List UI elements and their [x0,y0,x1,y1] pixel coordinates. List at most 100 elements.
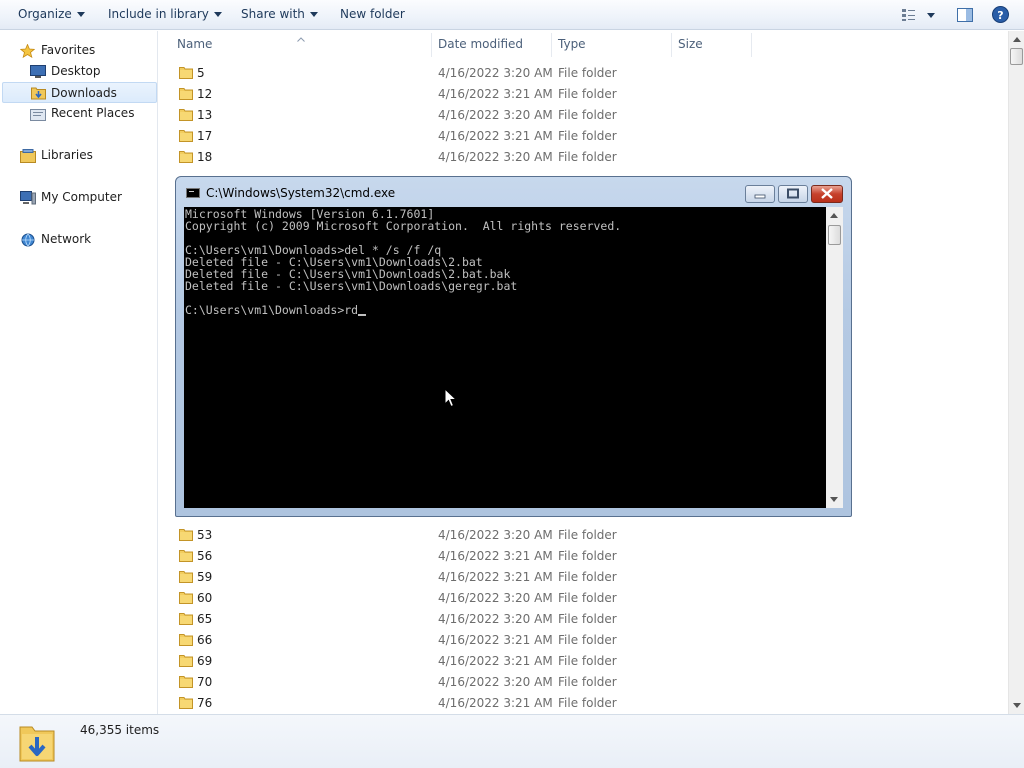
folder-icon [179,108,193,121]
file-name: 17 [197,129,213,143]
column-divider[interactable] [751,33,752,57]
file-date: 4/16/2022 3:20 AM [438,591,553,605]
table-row[interactable]: 69 4/16/2022 3:21 AM File folder [159,650,1008,671]
view-options-icon[interactable] [901,8,939,25]
console-scrollbar[interactable] [826,207,843,508]
nav-desktop[interactable]: Desktop [30,62,150,81]
share-with-button[interactable]: Share with [241,7,318,21]
organize-label: Organize [18,7,72,21]
table-row[interactable]: 60 4/16/2022 3:20 AM File folder [159,587,1008,608]
folder-icon [179,654,193,667]
folder-icon [179,570,193,583]
column-header-type[interactable]: Type [558,37,586,51]
scroll-up-arrow-icon[interactable] [1013,37,1021,42]
file-type: File folder [558,150,617,164]
table-row[interactable]: 65 4/16/2022 3:20 AM File folder [159,608,1008,629]
column-header-date-modified[interactable]: Date modified [438,37,523,51]
column-divider[interactable] [431,33,432,57]
file-name: 66 [197,633,213,647]
nav-favorites-label: Favorites [41,43,96,57]
folder-icon [179,675,193,688]
nav-my-computer[interactable]: My Computer [20,188,150,207]
recent-places-icon [30,107,46,121]
file-type: File folder [558,675,617,689]
folder-icon [179,66,193,79]
mouse-pointer-icon [444,387,458,411]
table-row[interactable]: 13 4/16/2022 3:20 AM File folder [159,104,1008,125]
close-icon [821,188,833,199]
file-date: 4/16/2022 3:21 AM [438,570,553,584]
chevron-down-icon [309,12,318,17]
text-cursor [358,314,367,316]
table-row[interactable]: 53 4/16/2022 3:20 AM File folder [159,524,1008,545]
cmd-window[interactable]: C:\Windows\System32\cmd.exe Microsoft Wi… [175,176,852,517]
scroll-down-arrow-icon[interactable] [830,497,838,502]
svg-text:?: ? [997,9,1003,22]
column-divider[interactable] [551,33,552,57]
navigation-pane: Favorites Desktop Downloads Recent Place… [0,31,158,714]
command-bar: Organize Include in library Share with N… [0,0,1024,30]
table-row[interactable]: 76 4/16/2022 3:21 AM File folder [159,692,1008,713]
share-with-label: Share with [241,7,305,21]
nav-recent-places[interactable]: Recent Places [30,104,150,123]
cmd-icon [186,188,200,198]
file-name: 13 [197,108,213,122]
help-icon[interactable]: ? [992,6,1009,26]
nav-favorites[interactable]: Favorites [19,41,150,60]
maximize-button[interactable] [778,185,808,203]
scroll-up-arrow-icon[interactable] [830,213,838,218]
console-output[interactable]: Microsoft Windows [Version 6.1.7601] Cop… [184,207,826,508]
preview-pane-icon[interactable] [957,7,973,26]
nav-my-computer-label: My Computer [41,190,122,204]
minimize-button[interactable] [745,185,775,203]
console-line: Copyright (c) 2009 Microsoft Corporation… [185,219,622,233]
file-type: File folder [558,570,617,584]
maximize-icon [787,188,799,199]
scroll-down-arrow-icon[interactable] [1013,703,1021,708]
console-prompt: C:\Users\vm1\Downloads>rd [185,303,359,317]
folder-icon [179,528,193,541]
star-icon [19,43,36,59]
table-row[interactable]: 12 4/16/2022 3:21 AM File folder [159,83,1008,104]
close-button[interactable] [811,185,843,203]
chevron-down-icon [213,12,222,17]
file-date: 4/16/2022 3:21 AM [438,654,553,668]
table-row[interactable]: 70 4/16/2022 3:20 AM File folder [159,671,1008,692]
file-type: File folder [558,87,617,101]
folder-icon [179,696,193,709]
folder-icon [179,633,193,646]
minimize-icon [754,194,766,199]
new-folder-button[interactable]: New folder [340,7,405,21]
column-header-name[interactable]: Name [177,37,212,51]
nav-downloads[interactable]: Downloads [2,82,157,103]
include-in-library-label: Include in library [108,7,209,21]
organize-button[interactable]: Organize [18,7,85,21]
file-name: 76 [197,696,213,710]
item-count: 46,355 items [80,723,160,737]
nav-recent-places-label: Recent Places [51,106,135,120]
console-line: Deleted file - C:\Users\vm1\Downloads\ge… [185,279,518,293]
nav-downloads-label: Downloads [51,86,117,100]
column-divider[interactable] [671,33,672,57]
file-date: 4/16/2022 3:20 AM [438,528,553,542]
scrollbar-thumb[interactable] [1010,48,1023,65]
table-row[interactable]: 5 4/16/2022 3:20 AM File folder [159,62,1008,83]
table-row[interactable]: 56 4/16/2022 3:21 AM File folder [159,545,1008,566]
table-row[interactable]: 18 4/16/2022 3:20 AM File folder [159,146,1008,167]
network-icon [20,233,35,247]
include-in-library-button[interactable]: Include in library [108,7,222,21]
table-row[interactable]: 17 4/16/2022 3:21 AM File folder [159,125,1008,146]
file-list-scrollbar[interactable] [1008,31,1024,714]
scrollbar-thumb[interactable] [828,225,841,245]
file-type: File folder [558,633,617,647]
downloads-folder-large-icon [18,721,56,766]
file-type: File folder [558,612,617,626]
table-row[interactable]: 59 4/16/2022 3:21 AM File folder [159,566,1008,587]
column-header-size[interactable]: Size [678,37,703,51]
table-row[interactable]: 66 4/16/2022 3:21 AM File folder [159,629,1008,650]
file-type: File folder [558,108,617,122]
nav-network[interactable]: Network [20,230,150,249]
console-prompt-line: C:\Users\vm1\Downloads>rd [185,303,367,317]
file-type: File folder [558,66,617,80]
nav-libraries[interactable]: Libraries [20,146,150,165]
